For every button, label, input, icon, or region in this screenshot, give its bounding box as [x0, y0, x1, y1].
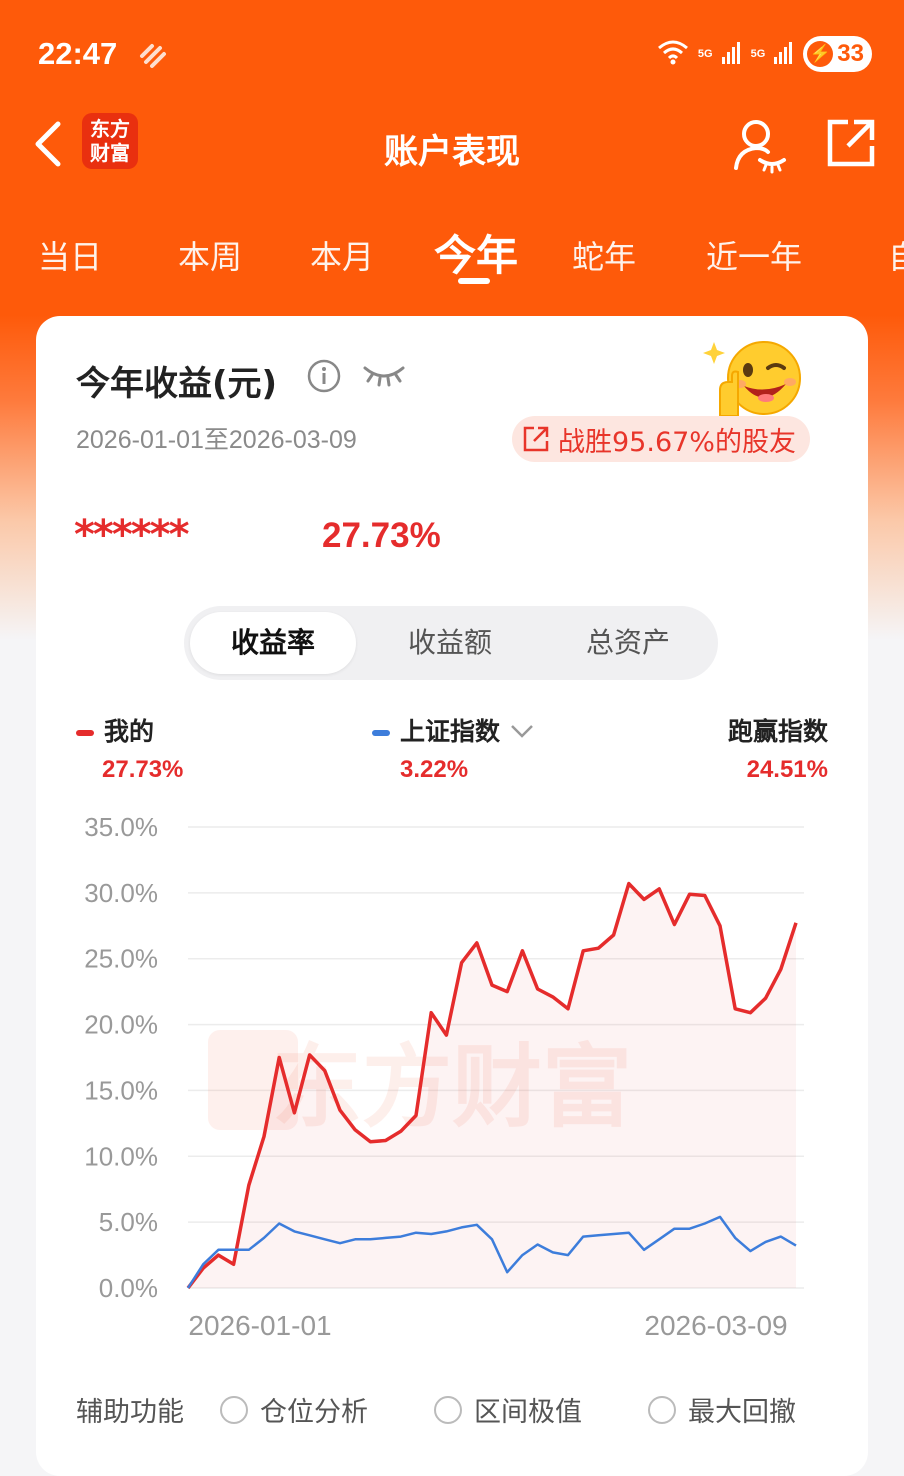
radio-icon	[220, 1395, 248, 1424]
legend-mine-value: 27.73%	[102, 756, 184, 783]
signal-icon-2	[773, 39, 795, 69]
wifi-icon	[656, 38, 690, 70]
charging-icon: ⚡	[807, 41, 834, 67]
legend-beat-label: 跑赢指数	[727, 717, 828, 746]
y-tick-label: 10.0%	[84, 1141, 158, 1171]
hidden-amount: ******	[74, 512, 190, 558]
network-type-1: 5G	[697, 48, 713, 60]
segment-total-assets[interactable]: 总资产	[540, 606, 716, 680]
privacy-user-button[interactable]	[730, 116, 788, 178]
y-tick-label: 35.0%	[84, 812, 158, 842]
card-title: 今年收益(元)	[76, 364, 278, 404]
return-chart[interactable]: 35.0%30.0%25.0%20.0%15.0%10.0%5.0%0.0% 东…	[36, 800, 836, 1360]
option-position-analysis[interactable]: 仓位分析	[220, 1390, 368, 1429]
hide-eye-icon[interactable]	[362, 360, 406, 394]
status-indicators: 5G 5G ⚡ 33	[656, 36, 872, 72]
option-range-extremes[interactable]: 区间极值	[434, 1390, 582, 1429]
legend-index-label: 上证指数	[400, 717, 501, 746]
x-tick-label: 2026-03-09	[644, 1310, 787, 1341]
option-position-analysis-label: 仓位分析	[260, 1397, 368, 1428]
legend-index-swatch	[372, 730, 390, 736]
y-tick-label: 5.0%	[99, 1207, 158, 1237]
signal-icon	[721, 39, 743, 69]
x-tick-label: 2026-01-01	[188, 1310, 331, 1341]
radio-icon	[648, 1395, 676, 1424]
y-tick-label: 15.0%	[84, 1075, 158, 1105]
tab-snake-year[interactable]: 蛇年	[572, 232, 636, 278]
option-max-drawdown-label: 最大回撤	[688, 1397, 796, 1428]
y-tick-label: 30.0%	[84, 878, 158, 908]
status-time: 22:47	[38, 36, 118, 71]
aux-label: 辅助功能	[76, 1397, 184, 1428]
y-tick-label: 25.0%	[84, 944, 158, 974]
network-type-2: 5G	[750, 48, 766, 60]
share-button[interactable]	[826, 118, 876, 172]
legend-mine: 我的	[76, 712, 154, 748]
chart-series	[186, 881, 798, 1290]
status-bar: 22:47 5G 5G ⚡ 33	[0, 0, 904, 110]
y-tick-label: 20.0%	[84, 1010, 158, 1040]
beat-text: 战胜95.67%的股友	[558, 426, 796, 458]
share-icon	[523, 426, 549, 452]
legend-index-value: 3.22%	[400, 756, 469, 783]
nav-bar: 东方 财富 账户表现	[0, 110, 904, 190]
period-tabs: 当日 本周 本月 今年 蛇年 近一年 自	[0, 222, 904, 292]
series-mine-area	[188, 883, 796, 1288]
legend-beat-value: 24.51%	[746, 756, 828, 783]
beat-percentile-badge[interactable]: 战胜95.67%的股友	[512, 416, 810, 462]
tab-custom[interactable]: 自	[888, 232, 904, 278]
battery-level: 33	[837, 40, 864, 67]
metric-segmented-control: 收益率 收益额 总资产	[184, 606, 718, 680]
chart-x-axis: 2026-01-01 2026-03-09	[188, 1310, 787, 1341]
tab-last-year[interactable]: 近一年	[706, 232, 802, 278]
radio-icon	[434, 1395, 462, 1424]
return-rate: 27.73%	[322, 516, 441, 555]
wink-emoji-icon	[702, 338, 806, 422]
tab-this-month[interactable]: 本月	[310, 232, 374, 278]
tab-this-year[interactable]: 今年	[434, 222, 518, 283]
tab-today[interactable]: 当日	[38, 232, 102, 278]
option-range-extremes-label: 区间极值	[474, 1397, 582, 1428]
battery-indicator: ⚡ 33	[803, 36, 872, 72]
legend-mine-swatch	[76, 730, 94, 736]
user-eye-icon	[734, 120, 786, 174]
option-max-drawdown[interactable]: 最大回撤	[648, 1390, 796, 1429]
legend-index-selector[interactable]: 上证指数	[372, 712, 535, 748]
active-tab-indicator	[458, 278, 490, 284]
legend-beat: 跑赢指数	[728, 712, 828, 748]
segment-return-amount[interactable]: 收益额	[362, 606, 538, 680]
app-notification-icon	[138, 40, 168, 74]
segment-return-rate[interactable]: 收益率	[190, 612, 356, 674]
chevron-down-icon	[510, 725, 533, 738]
share-icon	[827, 119, 875, 167]
tab-this-week[interactable]: 本周	[178, 232, 242, 278]
info-icon[interactable]	[306, 358, 342, 398]
date-range: 2026-01-01至2026-03-09	[76, 426, 357, 454]
legend-mine-label: 我的	[104, 717, 155, 746]
y-tick-label: 0.0%	[99, 1273, 158, 1303]
